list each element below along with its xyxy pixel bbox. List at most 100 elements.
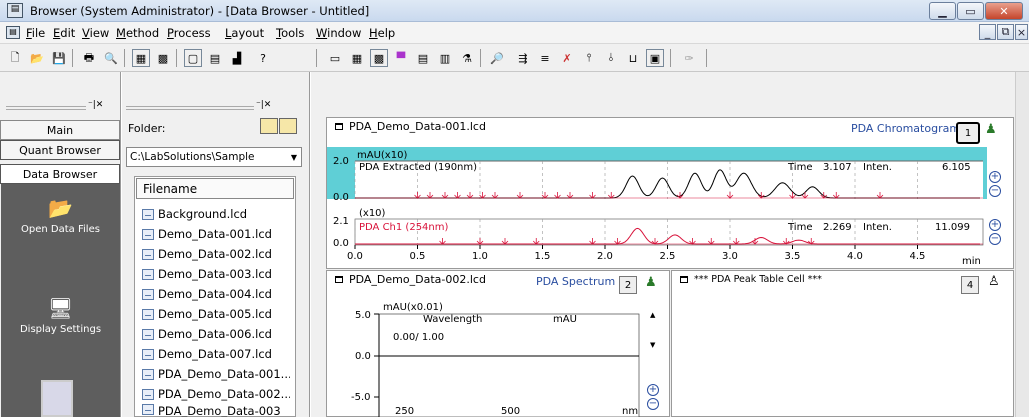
minimize-button[interactable]: ▁ xyxy=(929,2,956,20)
list-item[interactable]: Demo_Data-005.lcd xyxy=(142,304,290,324)
x-tick-label: 2.5 xyxy=(660,251,676,262)
pda-icon[interactable]: ▩ xyxy=(154,49,172,67)
open-data-files-button[interactable]: 📂 Open Data Files xyxy=(1,196,120,235)
close-button[interactable]: ✕ xyxy=(985,2,1023,20)
pane-controls-icon[interactable]: ⁻|✕ xyxy=(88,100,103,110)
list-icon[interactable]: ≡ xyxy=(536,49,554,67)
list-item[interactable]: Demo_Data-004.lcd xyxy=(142,284,290,304)
zoom-out-icon[interactable]: − xyxy=(989,185,1001,197)
spectrum-xtick: 250 xyxy=(395,406,414,417)
list-item[interactable]: Demo_Data-002.lcd xyxy=(142,244,290,264)
pane-grip[interactable] xyxy=(6,106,86,110)
tab-main[interactable]: Main xyxy=(0,120,120,140)
list-item[interactable]: PDA_Demo_Data-003 xyxy=(142,404,290,417)
folder-icon[interactable] xyxy=(260,118,278,134)
folder-path-select[interactable]: C:\LabSolutions\Sample ▼ xyxy=(126,147,302,167)
save-icon[interactable]: 💾 xyxy=(50,49,68,67)
tab-data-browser[interactable]: Data Browser xyxy=(0,164,120,184)
report-icon[interactable]: ▣ xyxy=(646,49,664,67)
zoom-in-icon[interactable]: + xyxy=(989,219,1001,231)
cell-window-icon[interactable] xyxy=(335,123,343,130)
toolbar-separator xyxy=(706,49,707,67)
trace2-inten-label: Inten. xyxy=(863,222,892,233)
menu-window[interactable]: Window xyxy=(316,26,361,40)
pda-contour-icon[interactable]: ▦ xyxy=(348,49,366,67)
spectrum-unit-label: mAU(x0.01) xyxy=(383,302,443,313)
user-icon[interactable]: ♟ xyxy=(645,275,657,290)
tab-quant-browser[interactable]: Quant Browser xyxy=(0,140,120,160)
pda-chromatogram-icon[interactable]: ▩ xyxy=(370,49,388,67)
menu-process[interactable]: Process xyxy=(167,26,211,40)
chart-icon[interactable]: ▟ xyxy=(228,49,246,67)
menu-edit[interactable]: Edit xyxy=(53,26,75,40)
spectrum-plot-area xyxy=(378,313,640,417)
trace1-unit-label: mAU(x10) xyxy=(357,150,407,161)
scroll-up-icon[interactable]: ▲ xyxy=(650,311,655,319)
peak-table-icon[interactable]: ▤ xyxy=(414,49,432,67)
print-preview-icon[interactable]: 🔍 xyxy=(102,49,120,67)
trace2-unit-label: (x10) xyxy=(359,208,386,219)
scroll-down-icon[interactable]: ▼ xyxy=(650,341,655,349)
x-tick-label: 4.5 xyxy=(910,251,926,262)
menu-help[interactable]: Help xyxy=(369,26,395,40)
cell-window-icon[interactable] xyxy=(680,276,688,283)
peak-split-icon[interactable]: ⫰ xyxy=(602,49,620,67)
list-item[interactable]: PDA_Demo_Data-002... xyxy=(142,384,290,404)
menu-view[interactable]: View xyxy=(82,26,109,40)
list-item[interactable]: Demo_Data-007.lcd xyxy=(142,344,290,364)
file-list-header[interactable]: Filename xyxy=(136,178,294,199)
cell-number-4-button[interactable]: 4 xyxy=(961,276,979,294)
user-icon[interactable]: ♟ xyxy=(985,122,997,137)
search-icon[interactable]: 🔎 xyxy=(488,49,506,67)
maximize-button[interactable]: ▭ xyxy=(957,2,984,20)
chromatogram-plot: mAU(x10) 2.0 0.0 PDA Extracted (190nm) T… xyxy=(327,147,987,267)
cell-window-icon[interactable] xyxy=(335,276,343,283)
document-icon[interactable]: ▤ xyxy=(6,26,20,39)
x-tick-label: 3.5 xyxy=(785,251,801,262)
purity-icon[interactable]: ⚗ xyxy=(458,49,476,67)
list-item[interactable]: Demo_Data-001.lcd xyxy=(142,224,290,244)
baseline-icon[interactable]: ⊔ xyxy=(624,49,642,67)
display-settings-button[interactable]: 🖥 Display Settings xyxy=(1,296,120,335)
menu-method[interactable]: Method xyxy=(116,26,159,40)
pane-grip[interactable] xyxy=(126,106,254,110)
peak-add-icon[interactable]: ⫯ xyxy=(580,49,598,67)
user-outline-icon[interactable]: ♙ xyxy=(988,274,1000,289)
zoom-out-icon[interactable]: − xyxy=(647,398,659,410)
toolbar: 🗋 📂 💾 🖶 🔍 ▦ ▩ ▢ ▤ ▟ ? ▭ ▦ ▩ ▀ ▤ ▥ ⚗ 🔎 ⇶ … xyxy=(0,44,1029,72)
menu-file[interactable]: File xyxy=(26,26,45,40)
x-tick-label: 4.0 xyxy=(847,251,863,262)
spectrum-scroll[interactable]: ▲ ▼ xyxy=(647,305,661,365)
print-icon[interactable]: 🖶 xyxy=(80,49,98,67)
list-item[interactable]: Background.lcd xyxy=(142,204,290,224)
pda-peak-icon[interactable]: ▥ xyxy=(436,49,454,67)
spectrum-ytick: -5.0 xyxy=(351,392,371,403)
zoom-out-icon[interactable]: − xyxy=(989,233,1001,245)
cell-number-1-button[interactable]: 1 xyxy=(956,122,980,144)
spectrum-icon[interactable]: ▀ xyxy=(392,49,410,67)
list-item[interactable]: PDA_Demo_Data-001... xyxy=(142,364,290,384)
mdi-close-button[interactable]: × xyxy=(1015,24,1028,40)
main-scrollbar[interactable] xyxy=(1015,72,1029,417)
help-icon[interactable]: ? xyxy=(254,49,272,67)
up-folder-icon[interactable] xyxy=(279,118,297,134)
list-item[interactable]: Demo_Data-003.lcd xyxy=(142,264,290,284)
delete-peak-icon[interactable]: ✗ xyxy=(558,49,576,67)
zoom-in-icon[interactable]: + xyxy=(647,384,659,396)
mdi-restore-button[interactable]: ⧉ xyxy=(997,24,1014,40)
layout-icon[interactable]: ▦ xyxy=(132,49,150,67)
menu-tools[interactable]: Tools xyxy=(276,26,304,40)
menu-layout[interactable]: Layout xyxy=(225,26,264,40)
trace1-inten-label: Inten. xyxy=(863,162,892,173)
zoom-in-icon[interactable]: + xyxy=(989,171,1001,183)
table-icon[interactable]: ▤ xyxy=(206,49,224,67)
open-folder-icon[interactable]: 📂 xyxy=(28,49,46,67)
report-icon[interactable] xyxy=(41,380,73,417)
mdi-minimize-button[interactable]: _ xyxy=(979,24,996,40)
new-icon[interactable]: 🗋 xyxy=(6,49,24,67)
view-icon[interactable]: ▭ xyxy=(326,49,344,67)
list-item[interactable]: Demo_Data-006.lcd xyxy=(142,324,290,344)
pane-controls-icon[interactable]: ⁻|✕ xyxy=(256,100,271,110)
integrate-icon[interactable]: ⇶ xyxy=(514,49,532,67)
window-icon[interactable]: ▢ xyxy=(184,49,202,67)
